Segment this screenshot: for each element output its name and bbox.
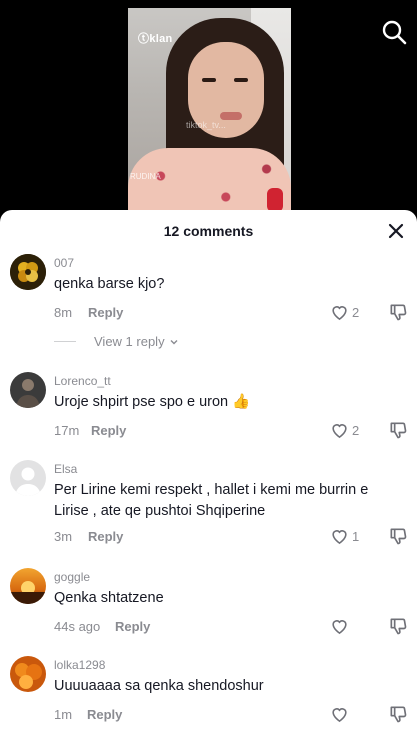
heart-outline-icon [332, 620, 347, 635]
avatar-image [10, 656, 46, 692]
comment-time: 17m [54, 423, 80, 438]
search-icon [382, 20, 407, 45]
avatar[interactable] [10, 568, 46, 604]
channel-logo-mark: ⓣ [138, 33, 150, 45]
avatar[interactable] [10, 254, 46, 290]
comment-username[interactable]: 007 [54, 256, 74, 270]
comment-item: lolka1298 Uuuuaaaa sa qenka shendoshur 1… [0, 656, 417, 726]
video-person-lips [220, 112, 242, 120]
thumbs-down-icon [390, 706, 407, 723]
dislike-button[interactable] [388, 420, 408, 440]
reply-button[interactable]: Reply [91, 423, 126, 438]
microphone [267, 188, 283, 212]
reply-button[interactable]: Reply [87, 707, 122, 722]
comment-text: qenka barse kjo? [54, 276, 165, 292]
close-icon [388, 223, 404, 239]
chevron-down-icon [170, 339, 178, 344]
thumbs-down-icon [390, 618, 407, 635]
avatar[interactable] [10, 372, 46, 408]
like-count: 1 [352, 528, 360, 544]
comment-time: 8m [54, 305, 73, 320]
avatar[interactable] [10, 460, 46, 496]
like-count: 2 [352, 422, 360, 438]
comment-username[interactable]: lolka1298 [54, 658, 105, 672]
dislike-button[interactable] [388, 526, 408, 546]
heart-outline-icon [332, 306, 347, 321]
default-avatar-icon [10, 460, 46, 496]
like-count: 2 [352, 304, 360, 320]
avatar-image [10, 254, 46, 290]
heart-outline-icon [332, 708, 347, 723]
comment-time: 1m [54, 707, 73, 722]
comment-username[interactable]: Lorenco_tt [54, 374, 111, 388]
video-name-tag: RUDINA [130, 172, 161, 181]
channel-logo-text: klan [149, 33, 173, 45]
video-watermark: tiktok_tv... [186, 120, 226, 130]
divider [54, 341, 76, 342]
heart-outline-icon [332, 530, 347, 545]
comment-item: goggle Qenka shtatzene 44s ago Reply [0, 568, 417, 638]
video-person-eye [234, 78, 248, 82]
thumbs-down-icon [390, 304, 407, 321]
avatar-image [10, 568, 46, 604]
dislike-button[interactable] [388, 616, 408, 636]
avatar-image [10, 372, 46, 408]
comment-time: 44s ago [54, 619, 101, 634]
comment-text: Qenka shtatzene [54, 590, 164, 606]
video-area[interactable]: ⓣklan tiktok_tv... RUDINA [0, 0, 417, 212]
close-button[interactable] [386, 221, 406, 241]
like-button[interactable]: 2 [330, 302, 359, 322]
reply-button[interactable]: Reply [115, 619, 150, 634]
comment-item: Lorenco_tt Uroje shpirt pse spo e uron 👍… [0, 372, 417, 442]
dislike-button[interactable] [388, 302, 408, 322]
comment-item: 007 qenka barse kjo? 8m Reply 2 [0, 254, 417, 324]
avatar[interactable] [10, 656, 46, 692]
heart-outline-icon [332, 424, 347, 439]
like-button[interactable]: 1 [330, 526, 359, 546]
comments-sheet: 12 comments 007 qenka barse kjo? 8m Repl… [0, 210, 417, 750]
like-button[interactable]: 2 [330, 420, 359, 440]
like-button[interactable] [330, 616, 349, 636]
comment-text: Per Lirine kemi respekt , hallet i kemi … [54, 482, 369, 519]
comments-count-title: 12 comments [163, 223, 254, 239]
video-person-eye [202, 78, 216, 82]
comment-username[interactable]: goggle [54, 570, 90, 584]
channel-logo: ⓣklan [138, 30, 173, 46]
video-thumbnail[interactable]: ⓣklan tiktok_tv... RUDINA [128, 8, 291, 212]
view-replies-button[interactable]: View 1 reply [54, 334, 180, 349]
reply-button[interactable]: Reply [88, 529, 123, 544]
thumbs-down-icon [390, 422, 407, 439]
search-button[interactable] [380, 18, 408, 46]
view-replies-label: View 1 reply [94, 334, 165, 349]
reply-button[interactable]: Reply [88, 305, 123, 320]
comment-text: Uuuuaaaa sa qenka shendoshur [54, 678, 264, 694]
like-button[interactable] [330, 704, 349, 724]
thumbs-down-icon [390, 528, 407, 545]
comment-username[interactable]: Elsa [54, 462, 77, 476]
comment-time: 3m [54, 529, 73, 544]
dislike-button[interactable] [388, 704, 408, 724]
comments-header: 12 comments [0, 210, 417, 250]
comment-text: Uroje shpirt pse spo e uron 👍 [54, 394, 251, 410]
comment-item: Elsa Per Lirine kemi respekt , hallet i … [0, 460, 417, 550]
